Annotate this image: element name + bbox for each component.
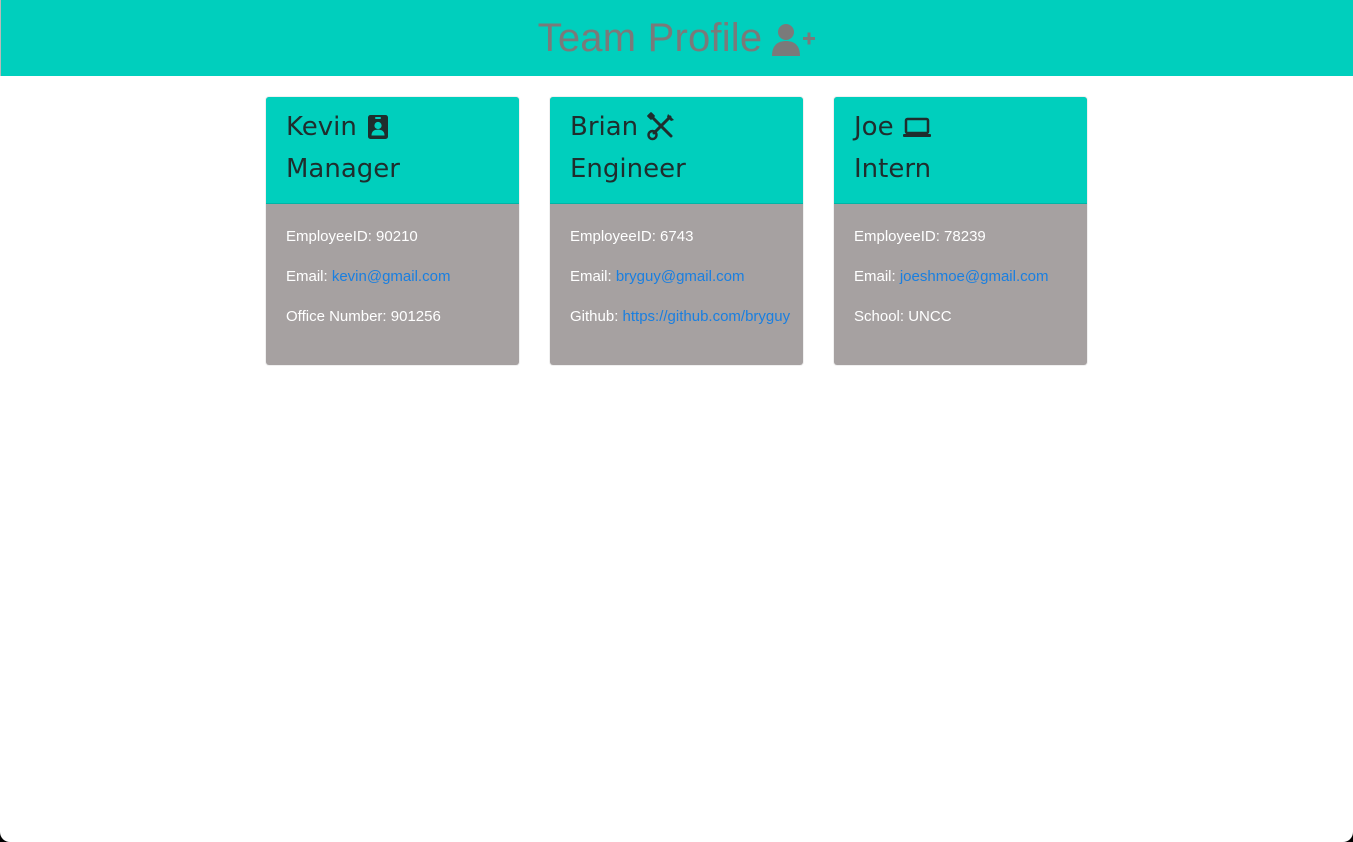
employee-id-value: 78239 [944, 228, 986, 245]
card-header: Kevin Manager [266, 97, 519, 204]
school: School: UNCC [854, 307, 1087, 327]
page-title: Team Profile [537, 15, 763, 60]
github-label: Github: [570, 308, 623, 325]
card-header: Brian Engineer [550, 97, 803, 204]
github: Github: https://github.com/bryguy [570, 307, 803, 327]
employee-role: Intern [854, 154, 932, 184]
employee-id: EmployeeID: 78239 [854, 227, 1087, 247]
employee-id: EmployeeID: 6743 [570, 227, 803, 247]
office-number-value: 901256 [390, 308, 441, 325]
employee-id: EmployeeID: 90210 [286, 227, 519, 247]
email-link[interactable]: kevin@gmail.com [332, 268, 451, 285]
office-number: Office Number: 901256 [286, 307, 519, 327]
employee-id-label: EmployeeID: [286, 228, 377, 245]
card-body: EmployeeID: 90210 Email: kevin@gmail.com… [266, 204, 519, 327]
card-body: EmployeeID: 78239 Email: joeshmoe@gmail.… [834, 204, 1087, 327]
employee-card-joe: Joe Intern EmployeeID: 78239 Email: joes… [834, 97, 1087, 365]
email-label: Email: [854, 268, 900, 285]
card-body: EmployeeID: 6743 Email: bryguy@gmail.com… [550, 204, 803, 327]
page-header: Team Profile [0, 0, 1353, 76]
email-label: Email: [570, 268, 616, 285]
employee-email: Email: kevin@gmail.com [286, 267, 519, 287]
school-label: School: [854, 308, 909, 325]
id-badge-icon [365, 114, 391, 140]
employee-name: Joe [854, 112, 894, 142]
tools-icon [646, 112, 676, 142]
user-plus-icon [772, 23, 816, 57]
employee-name: Kevin [286, 112, 357, 142]
card-header: Joe Intern [834, 97, 1087, 204]
employee-email: Email: bryguy@gmail.com [570, 267, 803, 287]
laptop-icon [902, 114, 932, 140]
employee-id-value: 6743 [660, 228, 694, 245]
employee-email: Email: joeshmoe@gmail.com [854, 267, 1087, 287]
github-link[interactable]: https://github.com/bryguy [623, 308, 791, 325]
employee-id-label: EmployeeID: [570, 228, 661, 245]
employee-id-label: EmployeeID: [854, 228, 945, 245]
email-link[interactable]: bryguy@gmail.com [616, 268, 745, 285]
team-cards: Kevin Manager EmployeeID: 90210 Email: k… [0, 76, 1353, 365]
office-number-label: Office Number: [286, 308, 391, 325]
employee-card-kevin: Kevin Manager EmployeeID: 90210 Email: k… [266, 97, 519, 365]
page: Team Profile Kevin Manager EmployeeID: 9… [0, 0, 1353, 842]
employee-id-value: 90210 [376, 228, 418, 245]
employee-role: Engineer [570, 154, 686, 184]
school-value: UNCC [908, 308, 952, 325]
employee-card-brian: Brian Engineer EmployeeID: 6743 Email: b… [550, 97, 803, 365]
email-label: Email: [286, 268, 332, 285]
email-link[interactable]: joeshmoe@gmail.com [900, 268, 1049, 285]
employee-role: Manager [286, 154, 400, 184]
employee-name: Brian [570, 112, 639, 142]
